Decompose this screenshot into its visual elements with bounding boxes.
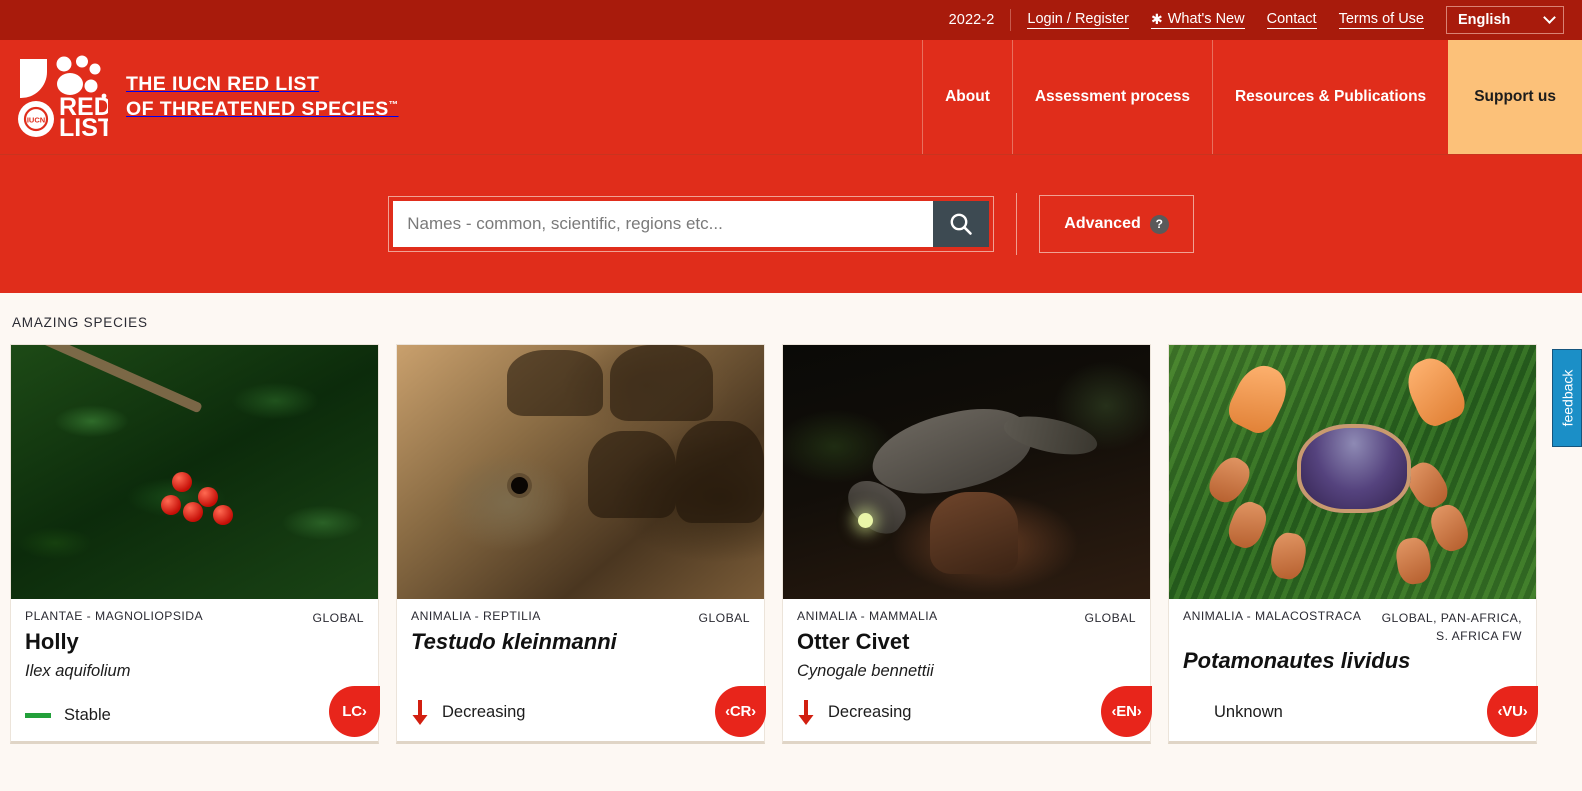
arrow-down-icon bbox=[798, 700, 814, 725]
tortoise-eye bbox=[510, 477, 528, 495]
holly-photo-illustration bbox=[11, 345, 378, 599]
species-region: GLOBAL, PAN-AFRICA, S. AFRICA FW bbox=[1381, 611, 1522, 644]
site-logo-link[interactable]: IUCN RED LIST THE IUCN RED LIST OF THREA… bbox=[0, 40, 399, 154]
search-box bbox=[388, 196, 995, 252]
otter-civet-photo-illustration bbox=[783, 345, 1150, 599]
status-badge[interactable]: ‹EN› bbox=[1101, 686, 1152, 737]
species-card[interactable]: PLANTAE - MAGNOLIOPSIDA GLOBAL Holly Ile… bbox=[10, 344, 380, 744]
eyeshine-highlight bbox=[858, 512, 874, 528]
species-common-name: Otter Civet bbox=[797, 629, 910, 655]
species-region: GLOBAL bbox=[1084, 611, 1136, 625]
divider bbox=[1016, 193, 1018, 255]
advanced-search-button[interactable]: Advanced ? bbox=[1039, 195, 1194, 253]
species-meta-row: ANIMALIA - MALACOSTRACA GLOBAL, PAN-AFRI… bbox=[1183, 609, 1522, 646]
trademark-mark: ™ bbox=[388, 99, 399, 111]
crab-photo-illustration bbox=[1169, 345, 1536, 599]
nav-item-resources-publications[interactable]: Resources & Publications bbox=[1211, 40, 1449, 154]
chevron-down-icon bbox=[1543, 10, 1556, 24]
species-photo[interactable] bbox=[11, 345, 378, 599]
species-trend-label: Unknown bbox=[1214, 702, 1283, 721]
species-photo[interactable] bbox=[1169, 345, 1536, 599]
status-badge[interactable]: ‹CR› bbox=[715, 686, 766, 737]
contact-link[interactable]: Contact bbox=[1266, 11, 1317, 29]
main-content: AMAZING SPECIES PLANTAE - MAGNOLIOPSIDA … bbox=[0, 293, 1582, 791]
species-taxon: PLANTAE - MAGNOLIOPSIDA bbox=[25, 609, 204, 623]
search-icon bbox=[950, 213, 973, 235]
species-taxon: ANIMALIA - REPTILIA bbox=[411, 609, 541, 623]
terms-of-use-label: Terms of Use bbox=[1338, 11, 1424, 27]
whats-new-link[interactable]: ✱ What's New bbox=[1150, 11, 1245, 29]
feedback-label: feedback bbox=[1559, 369, 1576, 427]
nav-item-support-us[interactable]: Support us bbox=[1448, 40, 1582, 154]
search-input[interactable] bbox=[393, 201, 934, 247]
species-card[interactable]: ANIMALIA - MAMMALIA GLOBAL Otter Civet C… bbox=[782, 344, 1152, 744]
advanced-search-label: Advanced bbox=[1064, 215, 1141, 232]
nav-resources-publications-label: Resources & Publications bbox=[1234, 88, 1427, 105]
species-scientific-name: Ilex aquifolium bbox=[25, 661, 131, 680]
help-icon[interactable]: ? bbox=[1149, 214, 1169, 234]
top-utility-bar: 2022-2 Login / Register ✱ What's New Con… bbox=[0, 0, 1582, 40]
brand-line-1: THE IUCN RED LIST bbox=[126, 73, 320, 96]
species-card[interactable]: ANIMALIA - MALACOSTRACA GLOBAL, PAN-AFRI… bbox=[1168, 344, 1538, 744]
status-badge[interactable]: ‹VU› bbox=[1487, 686, 1538, 737]
species-trend-label: Stable bbox=[64, 706, 111, 724]
redlist-version: 2022-2 bbox=[948, 12, 995, 28]
species-trend-label: Decreasing bbox=[442, 702, 526, 721]
species-scientific-name: Cynogale bennettii bbox=[797, 661, 934, 680]
iucn-red-list-logo-icon: IUCN RED LIST bbox=[16, 55, 113, 142]
divider bbox=[1010, 9, 1012, 31]
nav-assessment-process-label: Assessment process bbox=[1034, 88, 1190, 105]
tortoise-photo-illustration bbox=[397, 345, 764, 599]
species-photo[interactable] bbox=[397, 345, 764, 599]
species-card-body: ANIMALIA - MAMMALIA GLOBAL Otter Civet C… bbox=[783, 599, 1152, 741]
nav-item-assessment-process[interactable]: Assessment process bbox=[1011, 40, 1212, 154]
arrow-down-icon bbox=[412, 700, 428, 725]
sparkle-icon: ✱ bbox=[1150, 11, 1163, 27]
species-card-grid: PLANTAE - MAGNOLIOPSIDA GLOBAL Holly Ile… bbox=[10, 344, 1572, 744]
svg-text:LIST: LIST bbox=[59, 114, 108, 139]
whats-new-label: What's New bbox=[1167, 11, 1245, 27]
search-band: Advanced ? bbox=[0, 155, 1582, 293]
species-common-name: Potamonautes lividus bbox=[1183, 647, 1411, 673]
trend-icon-placeholder bbox=[1183, 699, 1201, 725]
species-trend-row: Decreasing bbox=[797, 699, 1136, 725]
brand-title: THE IUCN RED LIST OF THREATENED SPECIES™ bbox=[126, 72, 399, 122]
terms-of-use-link[interactable]: Terms of Use bbox=[1338, 11, 1424, 29]
species-card[interactable]: ANIMALIA - REPTILIA GLOBAL Testudo klein… bbox=[396, 344, 766, 744]
nav-item-about[interactable]: About bbox=[922, 40, 1012, 154]
status-badge[interactable]: LC› bbox=[329, 686, 380, 737]
species-photo[interactable] bbox=[783, 345, 1150, 599]
language-selected-value: English bbox=[1458, 12, 1511, 28]
contact-label: Contact bbox=[1266, 11, 1317, 27]
feedback-tab[interactable]: feedback bbox=[1552, 349, 1582, 447]
svg-text:IUCN: IUCN bbox=[27, 116, 45, 125]
search-submit-button[interactable] bbox=[933, 201, 990, 247]
species-trend-label: Decreasing bbox=[828, 702, 912, 721]
species-card-body: PLANTAE - MAGNOLIOPSIDA GLOBAL Holly Ile… bbox=[11, 599, 380, 741]
site-header: IUCN RED LIST THE IUCN RED LIST OF THREA… bbox=[0, 40, 1582, 155]
species-common-name: Testudo kleinmanni bbox=[411, 629, 617, 655]
species-card-body: ANIMALIA - REPTILIA GLOBAL Testudo klein… bbox=[397, 599, 766, 741]
language-selector[interactable]: English bbox=[1446, 6, 1564, 34]
species-meta-row: PLANTAE - MAGNOLIOPSIDA GLOBAL bbox=[25, 609, 364, 627]
species-meta-row: ANIMALIA - REPTILIA GLOBAL bbox=[411, 609, 750, 627]
species-meta-row: ANIMALIA - MAMMALIA GLOBAL bbox=[797, 609, 1136, 627]
stable-dash-icon bbox=[25, 713, 51, 718]
main-navigation: About Assessment process Resources & Pub… bbox=[922, 40, 1582, 154]
species-trend-row: Stable bbox=[25, 706, 364, 725]
species-common-name: Holly bbox=[25, 629, 79, 655]
species-region: GLOBAL bbox=[698, 611, 750, 625]
section-title-amazing-species: AMAZING SPECIES bbox=[12, 315, 148, 330]
species-taxon: ANIMALIA - MAMMALIA bbox=[797, 609, 938, 623]
nav-support-us-label: Support us bbox=[1474, 88, 1556, 105]
login-register-label: Login / Register bbox=[1027, 11, 1129, 27]
brand-line-2: OF THREATENED SPECIES bbox=[126, 98, 389, 120]
login-register-link[interactable]: Login / Register bbox=[1027, 11, 1129, 29]
nav-about-label: About bbox=[945, 88, 990, 105]
species-taxon: ANIMALIA - MALACOSTRACA bbox=[1183, 609, 1362, 623]
species-card-body: ANIMALIA - MALACOSTRACA GLOBAL, PAN-AFRI… bbox=[1169, 599, 1538, 741]
species-trend-row: Decreasing bbox=[411, 699, 750, 725]
species-region: GLOBAL bbox=[312, 611, 364, 625]
species-trend-row: Unknown bbox=[1183, 699, 1522, 725]
